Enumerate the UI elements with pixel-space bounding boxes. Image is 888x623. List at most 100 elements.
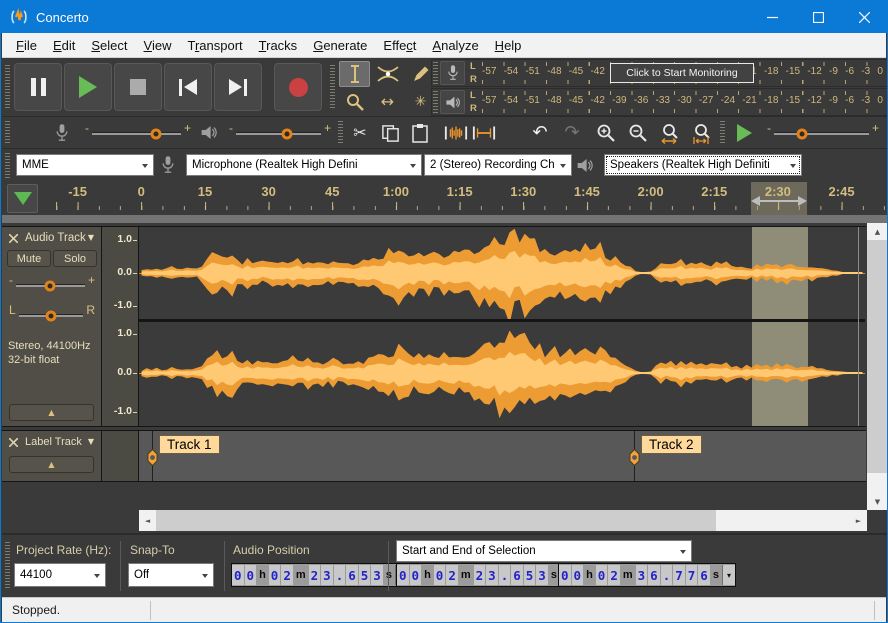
menu-item-select[interactable]: Select: [83, 35, 135, 56]
recording-device-select[interactable]: Microphone (Realtek High Defini: [186, 154, 422, 176]
time-digit[interactable]: 0: [596, 565, 608, 585]
device-toolbar-grip[interactable]: [5, 153, 10, 178]
menu-item-effect[interactable]: Effect: [375, 35, 424, 56]
slider-groove[interactable]: [774, 132, 869, 135]
close-track-button[interactable]: [6, 231, 21, 246]
time-digit[interactable]: 0: [245, 565, 257, 585]
time-digit[interactable]: 3: [321, 565, 333, 585]
horizontal-scroll-thumb[interactable]: [156, 510, 716, 531]
menu-item-generate[interactable]: Generate: [305, 35, 375, 56]
slider-groove[interactable]: [19, 314, 84, 317]
time-digit[interactable]: 6: [346, 565, 358, 585]
track-menu-arrow-icon[interactable]: ▼: [88, 437, 94, 446]
scroll-down-arrow[interactable]: ▼: [867, 493, 888, 510]
recording-volume-slider[interactable]: - +: [82, 121, 194, 145]
time-digit[interactable]: 0: [572, 565, 584, 585]
timeline-ruler[interactable]: -1501530451:001:151:301:452:002:152:302:…: [39, 182, 888, 215]
maximize-button[interactable]: [795, 1, 841, 33]
time-digit[interactable]: 0: [397, 565, 409, 585]
slider-thumb[interactable]: [46, 310, 57, 321]
project-rate-select[interactable]: 44100: [14, 563, 106, 587]
slider-groove[interactable]: [16, 284, 85, 287]
waveform-display[interactable]: [139, 227, 865, 426]
time-digit[interactable]: 0: [434, 565, 446, 585]
time-digit[interactable]: 2: [281, 565, 293, 585]
slider-groove[interactable]: [236, 132, 321, 135]
audio-host-select[interactable]: MME: [16, 154, 154, 176]
playback-volume-slider[interactable]: - +: [226, 121, 334, 145]
time-unit[interactable]: h: [257, 565, 268, 585]
playback-meter-speaker-button[interactable]: [440, 90, 465, 114]
zoom-in-button[interactable]: [592, 120, 620, 146]
time-digit[interactable]: 6: [511, 565, 523, 585]
time-unit[interactable]: m: [294, 565, 308, 585]
horizontal-scrollbar[interactable]: ◄ ►: [139, 510, 867, 531]
recording-channels-select[interactable]: 2 (Stereo) Recording Channels: [424, 154, 572, 176]
tools-toolbar-grip[interactable]: [330, 65, 335, 109]
menu-item-view[interactable]: View: [136, 35, 180, 56]
time-digit[interactable]: 2: [309, 565, 321, 585]
time-digit[interactable]: 6: [648, 565, 660, 585]
mixer-toolbar-grip[interactable]: [5, 121, 10, 145]
mute-button[interactable]: Mute: [7, 250, 51, 267]
minimize-button[interactable]: [749, 1, 795, 33]
play-at-speed-button[interactable]: [730, 120, 758, 146]
time-field-dropdown-arrow[interactable]: ▾: [722, 565, 735, 585]
time-digit[interactable]: 0: [410, 565, 422, 585]
label-flag[interactable]: Track 2: [641, 435, 702, 454]
track-menu-arrow-icon[interactable]: ▼: [88, 233, 94, 242]
redo-button[interactable]: ↷: [558, 120, 586, 146]
pause-button[interactable]: [14, 63, 62, 111]
time-digit[interactable]: 2: [474, 565, 486, 585]
playback-device-select[interactable]: Speakers (Realtek High Definiti: [604, 154, 802, 176]
left-channel[interactable]: [139, 227, 865, 319]
menu-item-tracks[interactable]: Tracks: [251, 35, 306, 56]
play-at-speed-grip[interactable]: [720, 121, 725, 145]
pan-slider[interactable]: L R: [6, 303, 98, 327]
slider-thumb[interactable]: [151, 128, 162, 139]
slider-groove[interactable]: [92, 132, 181, 135]
vertical-amplitude-ruler[interactable]: 1.0 0.0 -1.0 1.0 0.0 -1.0: [102, 227, 139, 426]
time-digit[interactable]: 2: [608, 565, 620, 585]
time-unit[interactable]: h: [422, 565, 433, 585]
time-digit[interactable]: 5: [359, 565, 371, 585]
solo-button[interactable]: Solo: [53, 250, 97, 267]
play-button[interactable]: [64, 63, 112, 111]
time-digit[interactable]: 7: [673, 565, 685, 585]
titlebar[interactable]: Concerto: [1, 1, 887, 33]
time-digit[interactable]: .: [334, 565, 346, 585]
snap-to-select[interactable]: Off: [128, 563, 214, 587]
selection-toolbar-grip[interactable]: [5, 542, 10, 589]
slider-thumb[interactable]: [281, 128, 292, 139]
time-unit[interactable]: m: [459, 565, 473, 585]
menu-item-analyze[interactable]: Analyze: [424, 35, 486, 56]
paste-button[interactable]: [406, 120, 434, 146]
zoom-out-button[interactable]: [624, 120, 652, 146]
fit-selection-button[interactable]: [656, 120, 684, 146]
label-marker-icon[interactable]: [146, 449, 159, 466]
time-digit[interactable]: 3: [536, 565, 548, 585]
close-button[interactable]: [841, 1, 887, 33]
gain-slider[interactable]: - +: [6, 273, 98, 297]
menu-item-help[interactable]: Help: [487, 35, 530, 56]
time-unit[interactable]: h: [584, 565, 595, 585]
playback-meter-toolbar[interactable]: L R -57-54-51-48-45-42-39-36-33-30-27-24…: [431, 88, 888, 116]
slider-thumb[interactable]: [797, 128, 808, 139]
time-digit[interactable]: .: [499, 565, 511, 585]
scroll-right-arrow[interactable]: ►: [850, 510, 867, 531]
edit-toolbar-grip[interactable]: [338, 121, 343, 145]
audio-position-field[interactable]: 00h02m23.653s▾: [231, 563, 409, 587]
time-unit[interactable]: s: [711, 565, 721, 585]
collapse-track-button[interactable]: ▲: [9, 456, 94, 473]
time-digit[interactable]: 3: [486, 565, 498, 585]
time-digit[interactable]: 5: [524, 565, 536, 585]
time-digit[interactable]: 0: [269, 565, 281, 585]
label-marker-icon[interactable]: [628, 449, 641, 466]
playback-meter-grip[interactable]: [433, 91, 438, 113]
time-digit[interactable]: 2: [446, 565, 458, 585]
close-track-button[interactable]: [6, 435, 21, 450]
recording-meter-grip[interactable]: [433, 62, 438, 84]
selection-tool-button[interactable]: [339, 61, 370, 87]
monitoring-tooltip[interactable]: Click to Start Monitoring: [610, 63, 754, 83]
skip-to-end-button[interactable]: [214, 63, 262, 111]
